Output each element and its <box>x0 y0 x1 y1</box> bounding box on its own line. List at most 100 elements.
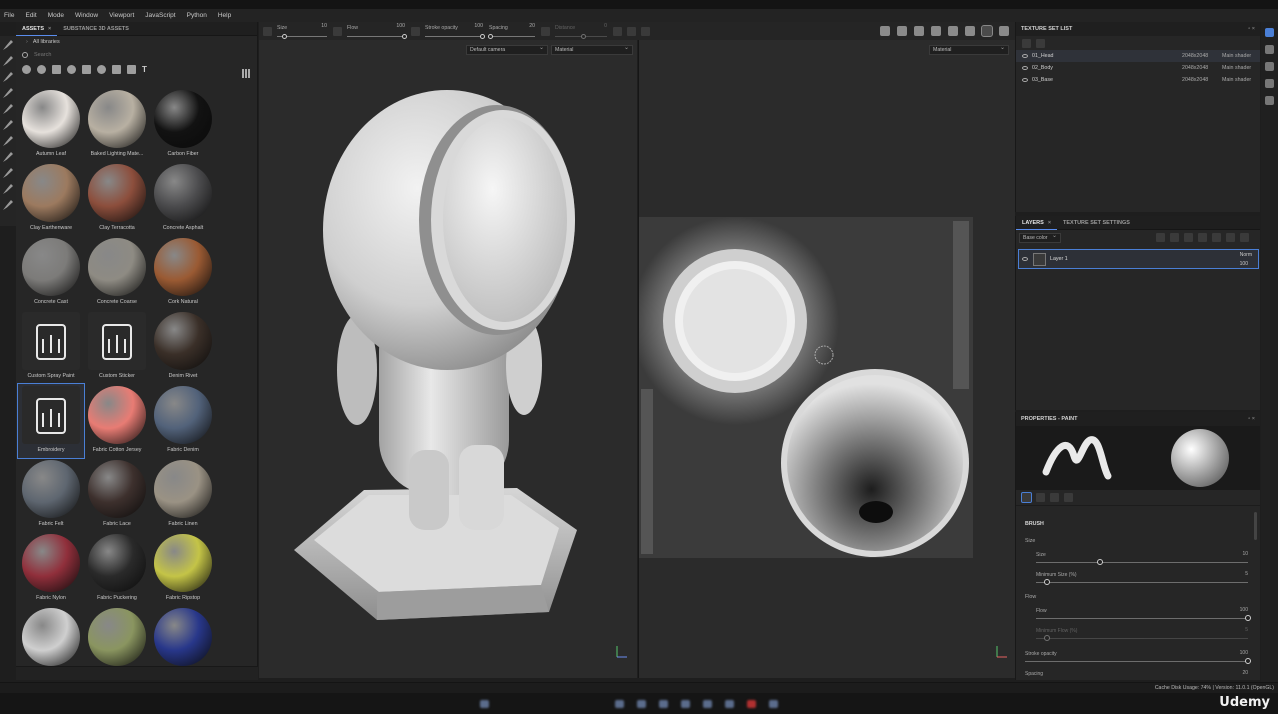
layer-name[interactable]: Layer 1 <box>1050 256 1068 262</box>
asset-tile[interactable]: Fabric Nylon <box>18 532 84 606</box>
spacing-slider[interactable]: Spacing 20 <box>1025 670 1248 680</box>
uv-texture-canvas[interactable] <box>639 217 973 558</box>
document-icon[interactable] <box>3 200 13 210</box>
menu-python[interactable]: Python <box>187 12 207 19</box>
eraser-tool-icon[interactable] <box>3 56 13 66</box>
taskbar-app-icon[interactable] <box>769 700 778 708</box>
minimum-size-knob[interactable] <box>1043 579 1050 585</box>
filter-alphas-icon[interactable] <box>97 64 106 74</box>
menu-viewport[interactable]: Viewport <box>109 12 134 19</box>
layer-blend-mode[interactable]: Norm <box>1240 252 1252 258</box>
distance-knob[interactable] <box>580 34 586 39</box>
brush-size-slider[interactable]: Size 10 <box>1036 551 1248 567</box>
filter-grid-icon[interactable] <box>112 64 121 74</box>
history-dock-icon[interactable] <box>1265 96 1274 105</box>
toolbar-distance-slider[interactable]: Distance 0 <box>555 22 607 40</box>
close-icon[interactable]: × <box>1048 220 1051 226</box>
clone-tool-icon[interactable] <box>3 120 13 130</box>
picker-tool-icon[interactable] <box>3 136 13 146</box>
taskbar-app-icon[interactable] <box>480 700 489 708</box>
filter-text-icon[interactable]: T <box>142 65 147 74</box>
symmetry-icon[interactable] <box>613 26 622 36</box>
measure-tool-icon[interactable] <box>3 168 13 178</box>
layer-visibility-icon[interactable] <box>1022 257 1028 261</box>
layer-row[interactable]: Layer 1 Norm 100 <box>1018 249 1259 269</box>
taskbar-app-icon[interactable] <box>725 700 734 708</box>
asset-tile[interactable]: Fabric Lace <box>84 458 150 532</box>
brush-flow-slider[interactable]: Flow 100 <box>1036 607 1251 623</box>
menu-help[interactable]: Help <box>218 12 231 19</box>
channel-select[interactable]: Base color <box>1019 232 1061 243</box>
texture-set-row[interactable]: 02_Body 2048x2048 Main shader <box>1016 62 1260 74</box>
brush-preset-icon[interactable] <box>263 26 272 36</box>
asset-tile[interactable]: Fabric Ripstop <box>150 532 216 606</box>
visibility-icon[interactable] <box>1022 66 1028 70</box>
viewport-2d[interactable]: Material <box>638 40 1015 678</box>
uv-mode-select[interactable]: Material <box>929 44 1009 55</box>
folder-icon[interactable] <box>1226 233 1235 242</box>
asset-search-input[interactable]: Search <box>16 49 257 61</box>
texture-set-shader[interactable]: Main shader <box>1222 53 1251 59</box>
paint-tool-icon[interactable] <box>3 40 13 50</box>
symmetry-settings-icon[interactable] <box>641 26 650 36</box>
taskbar-app-icon[interactable] <box>681 700 690 708</box>
shelf-dock-icon[interactable] <box>1265 28 1274 37</box>
taskbar-app-icon[interactable] <box>703 700 712 708</box>
panel-controls-icon[interactable]: ▫ × <box>1248 412 1255 426</box>
alpha-tab-icon[interactable] <box>1036 493 1045 502</box>
layers-dock-icon[interactable] <box>1265 62 1274 71</box>
bake-tool-icon[interactable] <box>3 152 13 162</box>
visibility-icon[interactable] <box>1036 38 1045 48</box>
asset-tile[interactable]: Concrete Cast <box>18 236 84 310</box>
iray-icon[interactable] <box>965 26 975 36</box>
taskbar-app-icon[interactable] <box>659 700 668 708</box>
display-settings-dock-icon[interactable] <box>1265 79 1274 88</box>
add-fill-layer-icon[interactable] <box>1198 233 1207 242</box>
brush-size-knob[interactable] <box>1096 559 1103 565</box>
stroke-opacity-knob[interactable] <box>1245 658 1251 664</box>
toolbar-size-slider[interactable]: Size 10 <box>277 22 327 40</box>
asset-tile[interactable]: Custom Spray Paint <box>18 310 84 384</box>
asset-tile[interactable]: Clay Earthenware <box>18 162 84 236</box>
grid-view-icon[interactable] <box>242 69 251 78</box>
minimum-flow-knob[interactable] <box>1043 635 1050 641</box>
tab-texture-set-settings[interactable]: TEXTURE SET SETTINGS <box>1057 216 1136 230</box>
filter-environment-icon[interactable] <box>127 64 136 74</box>
panel-controls-icon[interactable]: ▫ × <box>1248 22 1255 36</box>
asset-tile[interactable]: Clay Terracotta <box>84 162 150 236</box>
annotation-tool-icon[interactable] <box>3 184 13 194</box>
viewport-3d[interactable]: Default camera Material <box>259 40 637 678</box>
filter-filters-icon[interactable] <box>67 64 76 74</box>
pen-pressure-icon[interactable] <box>333 26 342 36</box>
asset-tile[interactable]: Carbon Fiber <box>150 88 216 162</box>
asset-tile[interactable]: Autumn Leaf <box>18 88 84 162</box>
camera-icon[interactable] <box>948 26 958 36</box>
toolbar-stroke-opacity-slider[interactable]: Stroke opacity 100 <box>425 22 485 40</box>
toolbar-spacing-slider[interactable]: Spacing 20 <box>488 22 535 40</box>
mirror-icon[interactable] <box>627 26 636 36</box>
layer-opacity[interactable]: 100 <box>1240 261 1248 267</box>
screenshot-icon[interactable] <box>999 26 1009 36</box>
projection-tool-icon[interactable] <box>3 72 13 82</box>
menu-window[interactable]: Window <box>75 12 98 19</box>
filter-smart-materials-icon[interactable] <box>37 64 46 74</box>
texture-set-settings-icon[interactable] <box>1022 38 1031 48</box>
mannequin-model[interactable] <box>259 40 637 678</box>
asset-tile[interactable]: Denim Rivet <box>150 310 216 384</box>
filter-textures-icon[interactable] <box>52 64 61 74</box>
display-mode-icon[interactable] <box>914 26 924 36</box>
filter-materials-icon[interactable] <box>22 64 31 74</box>
tab-assets[interactable]: ASSETS × <box>16 22 58 36</box>
material-tab-icon[interactable] <box>1064 493 1073 502</box>
taskbar-app-icon[interactable] <box>637 700 646 708</box>
toolbar-flow-slider[interactable]: Flow 100 <box>347 22 407 40</box>
menu-mode[interactable]: Mode <box>48 12 64 19</box>
stencil-tab-icon[interactable] <box>1050 493 1059 502</box>
paint-mode-icon[interactable] <box>981 25 993 37</box>
viewport-layout-icon[interactable] <box>931 26 941 36</box>
asset-tile[interactable]: Embroidery <box>17 383 85 459</box>
asset-tile[interactable]: Custom Sticker <box>84 310 150 384</box>
smudge-tool-icon[interactable] <box>3 104 13 114</box>
lazy-mouse-icon[interactable] <box>541 26 550 36</box>
texture-set-row[interactable]: 01_Head 2048x2048 Main shader <box>1016 50 1260 62</box>
